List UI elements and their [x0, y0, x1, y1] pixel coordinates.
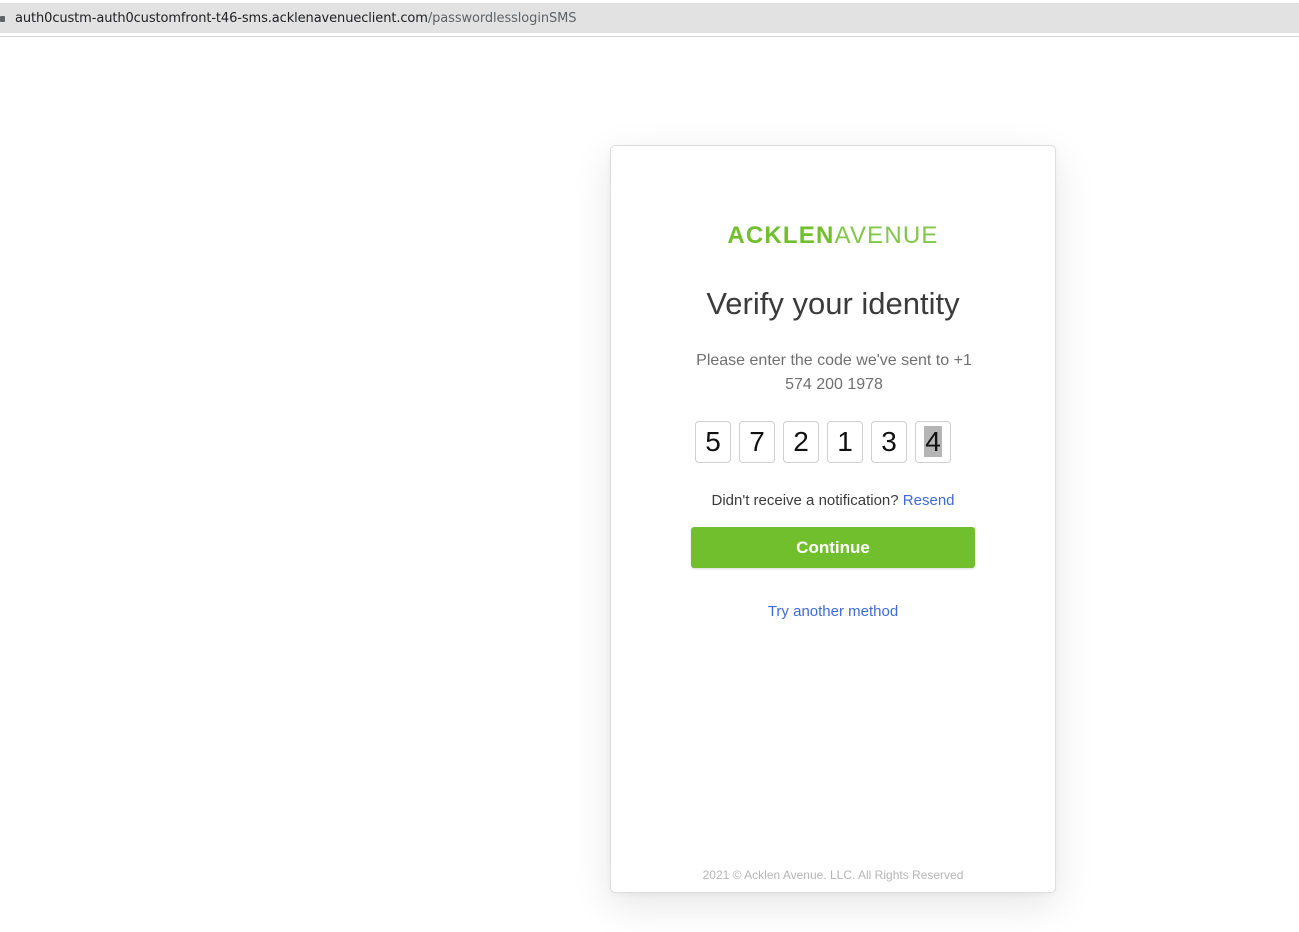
- browser-address-bar: auth0custm-auth0customfront-t46-sms.ackl…: [0, 0, 1299, 37]
- url-field[interactable]: auth0custm-auth0customfront-t46-sms.ackl…: [0, 3, 1299, 33]
- url-path: /passwordlessloginSMS: [427, 11, 577, 26]
- resend-notice: Didn't receive a notification? Resend: [611, 492, 1055, 509]
- logo-bold-text: ACKLEN: [727, 222, 835, 249]
- page-title: Verify your identity: [706, 286, 960, 321]
- code-digit-1[interactable]: 5: [695, 421, 731, 463]
- code-digit-6[interactable]: 4: [915, 421, 951, 463]
- lock-icon: [0, 16, 5, 22]
- resend-link[interactable]: Resend: [903, 492, 955, 509]
- try-another-method-link[interactable]: Try another method: [611, 603, 1055, 620]
- continue-button[interactable]: Continue: [691, 527, 975, 568]
- code-digit-5[interactable]: 3: [871, 421, 907, 463]
- instructions-text: Please enter the code we've sent to +1 5…: [671, 349, 997, 397]
- code-digit-6-selected-text: 4: [924, 426, 942, 457]
- copyright-footer: 2021 © Acklen Avenue. LLC. All Rights Re…: [702, 868, 964, 882]
- instructions-line-2: 574 200 1978: [785, 376, 883, 393]
- code-digit-2[interactable]: 7: [739, 421, 775, 463]
- url-host: auth0custm-auth0customfront-t46-sms.ackl…: [15, 11, 428, 26]
- login-card: ACKLENAVENUE Verify your identity Please…: [610, 145, 1056, 893]
- instructions-line-1: Please enter the code we've sent to +1: [696, 352, 972, 369]
- code-digit-3[interactable]: 2: [783, 421, 819, 463]
- resend-notice-text: Didn't receive a notification?: [711, 492, 899, 509]
- code-digit-4[interactable]: 1: [827, 421, 863, 463]
- logo-light-text: AVENUE: [834, 222, 939, 249]
- url-text[interactable]: auth0custm-auth0customfront-t46-sms.ackl…: [15, 11, 576, 26]
- acklen-avenue-logo: ACKLENAVENUE: [611, 222, 1055, 250]
